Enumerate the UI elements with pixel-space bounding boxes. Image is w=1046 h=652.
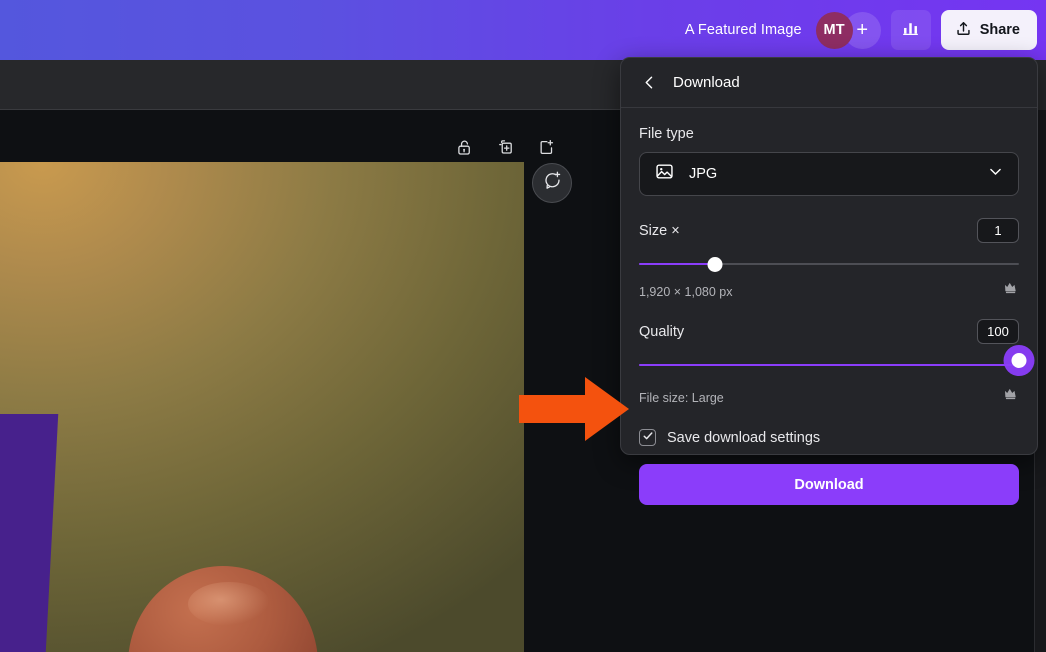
upload-icon xyxy=(955,20,972,41)
design-artboard[interactable] xyxy=(0,162,524,652)
quality-slider-fill xyxy=(639,364,1019,366)
download-panel-header: Download xyxy=(621,58,1037,108)
purple-shape xyxy=(0,414,59,652)
download-button[interactable]: Download xyxy=(639,464,1019,505)
analytics-button[interactable] xyxy=(890,10,931,50)
document-title: A Featured Image xyxy=(684,22,802,38)
size-sub-row: 1,920 × 1,080 px xyxy=(639,281,1019,299)
export-icon[interactable] xyxy=(537,138,556,157)
chevron-left-icon[interactable] xyxy=(639,73,659,93)
add-comment-icon xyxy=(542,170,563,196)
file-size-text: File size: Large xyxy=(639,391,724,405)
image-icon xyxy=(654,161,675,187)
collaborator-group: MT + xyxy=(815,11,881,49)
quality-sub-row: File size: Large xyxy=(639,387,1019,405)
right-arrow-annotation xyxy=(519,375,631,443)
head-highlight xyxy=(188,582,270,626)
save-settings-checkbox[interactable] xyxy=(639,429,656,446)
quality-value-input[interactable]: 100 xyxy=(977,319,1019,344)
bar-chart-icon xyxy=(901,18,920,42)
quality-label: Quality xyxy=(639,323,685,340)
crown-icon xyxy=(1004,387,1019,405)
page-tools xyxy=(455,138,556,157)
download-panel-title: Download xyxy=(673,74,740,91)
file-type-select[interactable]: JPG xyxy=(639,152,1019,196)
quality-slider-knob[interactable] xyxy=(1011,353,1027,368)
avatar[interactable]: MT xyxy=(815,11,853,49)
size-value-input[interactable]: 1 xyxy=(977,218,1019,243)
chevron-down-icon xyxy=(987,163,1004,185)
size-row: Size × 1 xyxy=(639,218,1019,243)
file-type-value: JPG xyxy=(689,166,718,182)
character-illustration xyxy=(112,566,342,652)
top-header-bar: A Featured Image MT + Share xyxy=(0,0,1046,60)
size-slider-fill xyxy=(639,263,715,265)
duplicate-icon[interactable] xyxy=(496,138,515,157)
download-panel-body: File type JPG Size × 1 1,920 × 1,080 px … xyxy=(621,108,1037,446)
share-button[interactable]: Share xyxy=(940,10,1037,50)
download-panel: Download File type JPG Size × 1 1,920 × … xyxy=(620,57,1038,505)
share-button-label: Share xyxy=(979,22,1020,38)
file-type-label: File type xyxy=(639,126,694,142)
crown-icon xyxy=(1004,281,1019,299)
size-slider-knob[interactable] xyxy=(707,257,723,272)
size-slider[interactable] xyxy=(639,256,1019,272)
character-head xyxy=(128,566,318,652)
save-settings-label: Save download settings xyxy=(667,429,821,446)
quality-slider[interactable] xyxy=(639,353,1027,373)
quality-row: Quality 100 xyxy=(639,319,1019,344)
save-settings-row[interactable]: Save download settings xyxy=(639,429,1019,446)
app-root: A Featured Image MT + Share Download Fil… xyxy=(0,0,1046,652)
size-dimensions: 1,920 × 1,080 px xyxy=(639,285,733,299)
checkmark-icon xyxy=(642,429,654,447)
size-label: Size × xyxy=(639,222,680,239)
unlock-icon[interactable] xyxy=(455,138,474,157)
add-comment-button[interactable] xyxy=(532,163,572,203)
